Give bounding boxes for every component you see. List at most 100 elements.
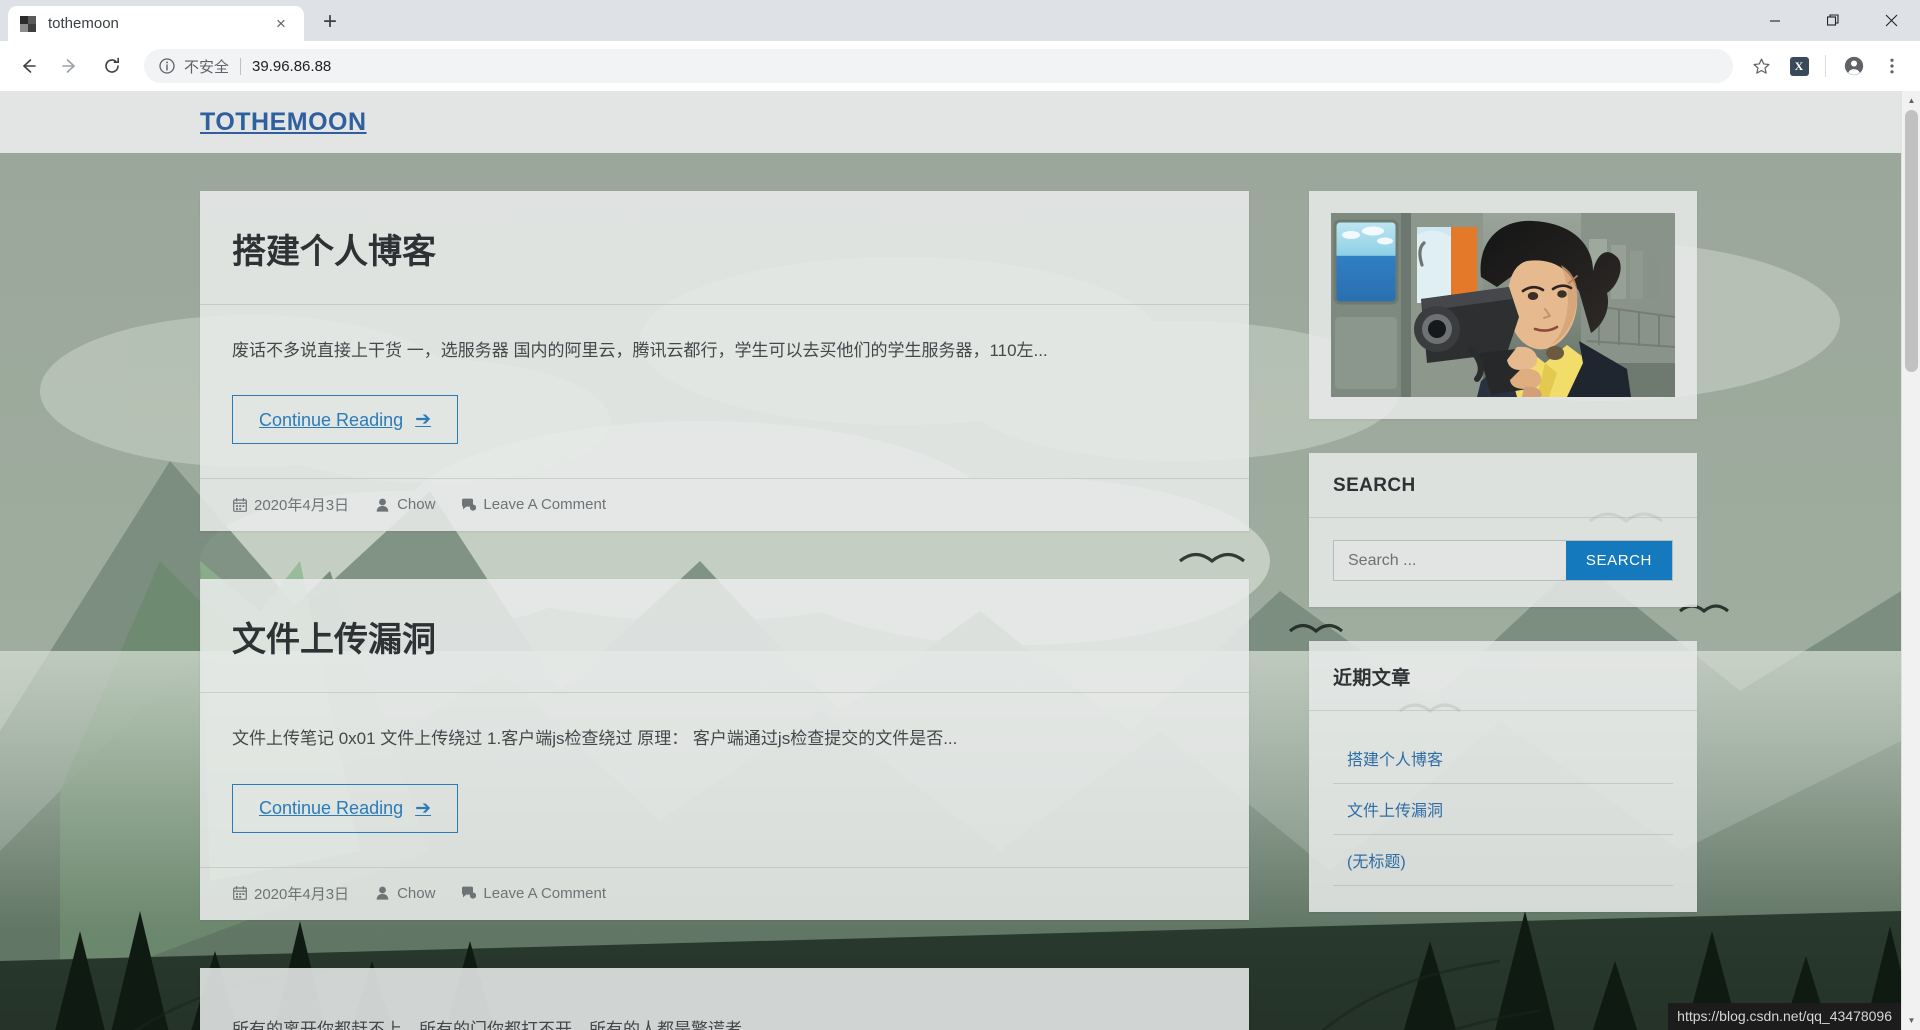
post-header: 搭建个人博客 (200, 191, 1249, 305)
sidebar: SEARCH SEARCH 近期文章 (1309, 191, 1697, 1030)
tab-close-icon[interactable]: × (270, 13, 292, 35)
minimize-button[interactable] (1746, 0, 1804, 41)
post-body: 废话不多说直接上干货 一，选服务器 国内的阿里云，腾讯云都行，学生可以去买他们的… (200, 305, 1249, 479)
forward-button[interactable] (52, 48, 88, 84)
site-title-link[interactable]: TOTHEMOON (200, 108, 367, 137)
post-comments-label[interactable]: Leave A Comment (483, 496, 606, 513)
list-item: (无标题) (1333, 835, 1673, 886)
tab-title: tothemoon (48, 15, 119, 32)
recent-post-link[interactable]: (无标题) (1333, 835, 1673, 885)
main-column: 搭建个人博客 废话不多说直接上干货 一，选服务器 国内的阿里云，腾讯云都行，学生… (200, 191, 1249, 1030)
anime-thumbnail-image[interactable] (1331, 213, 1675, 397)
star-icon (1752, 57, 1770, 74)
comment-bubble-icon (461, 497, 477, 512)
site-favicon-icon (20, 15, 36, 32)
page-viewport: TOTHEMOON 搭建个人博客 废话不多说直接上干货 一，选服务器 国内的阿里… (0, 91, 1920, 1030)
recent-posts-heading: 近期文章 (1309, 641, 1697, 711)
right-arrow-icon: ➔ (415, 409, 432, 431)
continue-reading-label: Continue Reading (259, 798, 404, 819)
post-card: 搭建个人博客 废话不多说直接上干货 一，选服务器 国内的阿里云，腾讯云都行，学生… (200, 191, 1249, 532)
toolbar-divider (1825, 55, 1826, 77)
scrollbar-up-arrow[interactable]: ▲ (1902, 91, 1920, 110)
post-author-label[interactable]: Chow (397, 885, 435, 902)
sidebar-image-widget (1309, 191, 1697, 419)
scrollbar-thumb[interactable] (1905, 110, 1918, 372)
page-content: 搭建个人博客 废话不多说直接上干货 一，选服务器 国内的阿里云，腾讯云都行，学生… (0, 153, 1901, 1030)
back-button[interactable] (10, 48, 46, 84)
post-header: 文件上传漏洞 (200, 579, 1249, 693)
site-header: TOTHEMOON (0, 91, 1901, 153)
window-controls (1746, 0, 1920, 41)
back-arrow-icon (23, 59, 36, 73)
post-title[interactable]: 搭建个人博客 (232, 231, 1217, 274)
post-card: 所有的离开你都赶不上，所有的门你都打不开。所有的人都是擎谎者。 (200, 967, 1249, 1030)
bookmark-button[interactable] (1743, 48, 1779, 84)
page-scrollbar[interactable]: ▲ ▼ (1901, 91, 1920, 1030)
continue-reading-button[interactable]: Continue Reading ➔ (232, 783, 459, 833)
browser-menu-button[interactable] (1874, 48, 1910, 84)
address-bar[interactable]: 不安全 39.96.86.88 (144, 49, 1733, 83)
close-icon (1885, 14, 1897, 27)
search-submit-button[interactable]: SEARCH (1565, 541, 1672, 580)
post-author: Chow (375, 885, 435, 902)
post-card: 文件上传漏洞 文件上传笔记 0x01 文件上传绕过 1.客户端js检查绕过 原理… (200, 579, 1249, 920)
post-author: Chow (375, 496, 435, 513)
post-excerpt: 所有的离开你都赶不上，所有的门你都打不开。所有的人都是擎谎者。 (232, 1019, 759, 1030)
post-comments-label[interactable]: Leave A Comment (483, 885, 606, 902)
calendar-icon (232, 497, 247, 512)
omnibox-separator (240, 57, 242, 75)
post-date: 2020年4月3日 (232, 494, 349, 515)
user-icon (375, 497, 390, 512)
search-input[interactable] (1334, 541, 1566, 580)
browser-window: tothemoon × + 不安全 39.96.86.88 X TOTHEMOO… (0, 0, 1920, 1030)
reload-button[interactable] (94, 48, 130, 84)
calendar-icon (232, 886, 247, 901)
post-title[interactable]: 文件上传漏洞 (232, 619, 1217, 662)
forward-arrow-icon (62, 59, 75, 73)
extension-button[interactable]: X (1781, 48, 1817, 84)
recent-posts-inner: 搭建个人博客 文件上传漏洞 (无标题) (1309, 711, 1697, 912)
post-excerpt: 废话不多说直接上干货 一，选服务器 国内的阿里云，腾讯云都行，学生可以去买他们的… (232, 340, 1048, 360)
continue-reading-button[interactable]: Continue Reading ➔ (232, 395, 459, 445)
info-circle-icon[interactable] (158, 57, 176, 75)
post-date: 2020年4月3日 (232, 883, 349, 904)
comment-bubble-icon (461, 886, 477, 901)
profile-avatar-icon (1844, 56, 1864, 76)
browser-titlebar: tothemoon × + (0, 0, 1920, 41)
three-dot-menu-icon (1890, 58, 1894, 74)
restore-icon (1826, 14, 1839, 26)
sidebar-search-widget: SEARCH SEARCH (1309, 453, 1697, 607)
tab-strip: tothemoon × + (0, 0, 347, 41)
post-comments: Leave A Comment (461, 885, 606, 902)
web-page: TOTHEMOON 搭建个人博客 废话不多说直接上干货 一，选服务器 国内的阿里… (0, 91, 1901, 1030)
search-form: SEARCH (1333, 540, 1673, 581)
continue-reading-label: Continue Reading (259, 409, 404, 430)
reload-icon (105, 57, 119, 73)
list-item: 文件上传漏洞 (1333, 784, 1673, 835)
sidebar-recent-posts-widget: 近期文章 搭建个人博客 文件上传漏洞 (无标题) (1309, 641, 1697, 912)
search-widget-inner: SEARCH (1309, 518, 1697, 607)
post-date-label: 2020年4月3日 (254, 885, 350, 903)
link-status-bar: https://blog.csdn.net/qq_43478096 (1668, 1003, 1901, 1030)
scrollbar-down-arrow[interactable]: ▼ (1902, 1011, 1920, 1030)
toolbar-actions: X (1741, 48, 1910, 84)
maximize-button[interactable] (1804, 0, 1862, 41)
close-window-button[interactable] (1862, 0, 1920, 41)
recent-posts-list: 搭建个人博客 文件上传漏洞 (无标题) (1333, 733, 1673, 886)
browser-tab[interactable]: tothemoon × (8, 6, 304, 41)
profile-button[interactable] (1836, 48, 1872, 84)
recent-post-link[interactable]: 文件上传漏洞 (1333, 784, 1673, 834)
recent-post-link[interactable]: 搭建个人博客 (1333, 733, 1673, 783)
url-text: 39.96.86.88 (252, 57, 332, 75)
new-tab-button[interactable]: + (313, 5, 347, 39)
post-meta: 2020年4月3日 Chow Leave A Comment (200, 478, 1249, 531)
right-arrow-icon: ➔ (415, 797, 432, 819)
extension-x-icon: X (1789, 56, 1809, 76)
post-meta: 2020年4月3日 Chow Leave A Comment (200, 866, 1249, 920)
minimize-icon (1770, 19, 1780, 22)
user-icon (375, 886, 390, 901)
post-author-label[interactable]: Chow (397, 496, 435, 513)
post-comments: Leave A Comment (461, 496, 606, 513)
anime-character-illustration (1331, 213, 1675, 397)
security-status-label: 不安全 (184, 58, 230, 76)
